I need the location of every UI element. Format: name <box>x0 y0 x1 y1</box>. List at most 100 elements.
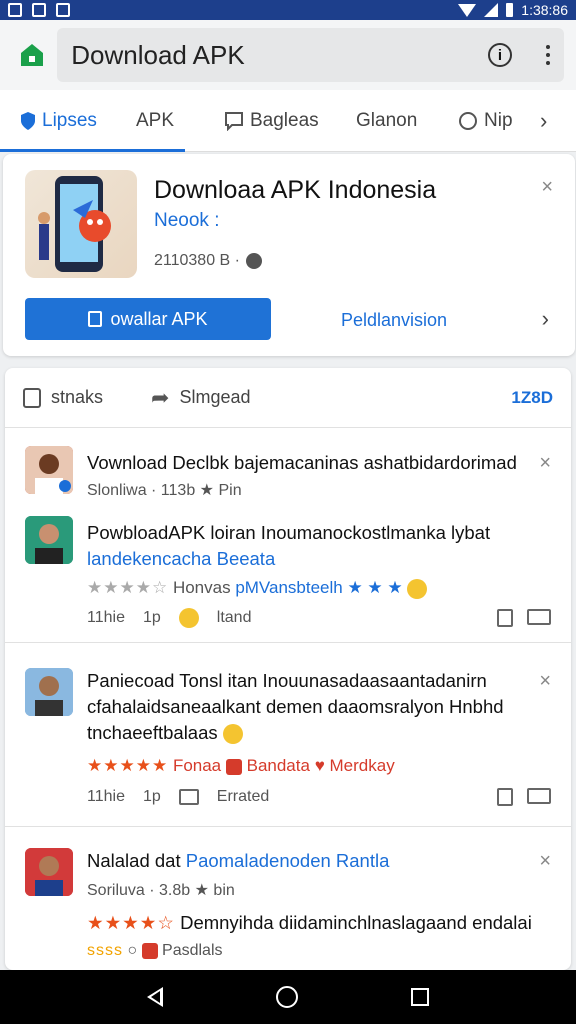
tab-nip[interactable]: Nip <box>458 90 513 152</box>
post-body-text: tnchaeeftbalaas <box>87 722 218 743</box>
like-button[interactable]: stnaks <box>23 387 103 408</box>
tab-glanon[interactable]: Glanon <box>356 90 417 152</box>
comment-icon <box>178 789 199 805</box>
post-stat: 1p <box>142 609 161 626</box>
tab-label: Glanon <box>356 109 418 131</box>
divider <box>5 642 571 643</box>
settings-icon <box>246 253 262 269</box>
tab-bagleas[interactable]: Bagleas <box>224 90 319 152</box>
app-card: Downloaa APK Indonesia Neook : 2110380 B… <box>3 154 575 356</box>
bookmark-icon[interactable] <box>497 788 513 806</box>
post-meta-extra: Pin <box>218 482 242 499</box>
close-icon[interactable]: × <box>539 850 551 873</box>
tab-label: Bagleas <box>250 109 319 131</box>
status-time: 1:38:86 <box>521 2 568 18</box>
post-body: cfahalaidsaneaalkant demen daaomsralyon … <box>87 696 504 717</box>
close-icon[interactable]: × <box>541 176 553 199</box>
post-meta: Slonliwa · 113b ★ Pin <box>87 480 242 500</box>
tab-label: Nip <box>484 109 513 131</box>
post-tag[interactable]: Fonaa <box>173 756 221 775</box>
post-tag[interactable]: Bandata <box>247 756 310 775</box>
chat-icon <box>225 111 243 131</box>
list-item[interactable]: PowbloadAPK loiran Inoumanockostlmanka l… <box>5 502 571 638</box>
post-tag[interactable]: Merdkay <box>330 756 395 775</box>
page-title: Download APK <box>71 39 245 70</box>
post-body-tail: tnchaeeftbalaas <box>87 722 243 745</box>
chevron-right-icon[interactable]: › <box>542 306 549 332</box>
tab-label: Lipses <box>42 109 97 131</box>
overflow-menu-icon[interactable] <box>546 45 550 65</box>
star-icon: ★ <box>199 482 219 499</box>
download-icon <box>88 311 103 327</box>
home-button[interactable] <box>12 35 51 75</box>
share-button[interactable]: ➦ Slmgead <box>151 385 250 411</box>
feed-header: stnaks ➦ Slmgead 1Z8D <box>5 368 571 428</box>
post-tags: ★★★★☆ Honvas pMVansbteelh ★ ★ ★ <box>87 578 428 599</box>
star-icon: ★ ★ ★ <box>347 578 403 597</box>
rating-stars: ★★★★☆ <box>87 912 175 933</box>
list-item[interactable]: Vownload Declbk bajemacaninas ashatbidar… <box>5 428 571 499</box>
post-tags: ssss ○ Pasdlals <box>87 942 223 960</box>
avatar <box>25 668 73 716</box>
url-bar[interactable]: Download APK i <box>57 28 564 82</box>
download-apk-button[interactable]: owallar APK <box>25 298 271 340</box>
post-meta-text: Soriluva · 3.8b <box>87 882 191 899</box>
tab-apk[interactable]: APK <box>136 90 174 152</box>
post-title-text: Nalalad dat <box>87 850 181 871</box>
notification-icon <box>32 3 46 17</box>
list-item[interactable]: Nalalad dat Paomaladenoden Rantla Sorilu… <box>5 828 571 970</box>
heart-icon: ♥ <box>314 756 325 775</box>
post-stat: 11hie <box>87 788 125 805</box>
post-title-link[interactable]: Paomaladenoden Rantla <box>186 850 390 871</box>
list-item[interactable]: Paniecoad Tonsl itan Inouunasadaasaantad… <box>5 644 571 824</box>
status-bar: 1:38:86 <box>0 0 576 20</box>
app-bar: Download APK i <box>0 20 576 90</box>
info-icon[interactable]: i <box>488 43 512 67</box>
close-icon[interactable]: × <box>539 452 551 475</box>
post-meta: Soriluva · 3.8b ★ bin <box>87 880 235 900</box>
close-icon[interactable]: × <box>539 670 551 693</box>
app-title: Downloaa APK Indonesia <box>154 176 437 204</box>
rating-stars: ★★★★☆ <box>87 578 169 597</box>
link-icon <box>459 111 477 130</box>
app-size: 2110380 B · <box>154 252 240 269</box>
post-title: Vownload Declbk bajemacaninas ashatbidar… <box>87 452 517 473</box>
back-icon[interactable] <box>146 987 163 1007</box>
home-circle-icon[interactable] <box>275 986 298 1008</box>
chevron-right-icon[interactable]: › <box>540 90 547 152</box>
post-actions: 11hie 1p Errated <box>87 788 551 806</box>
feed-card: stnaks ➦ Slmgead 1Z8D Vownload Declbk ba… <box>5 368 571 970</box>
post-actions: 11hie 1p ltand <box>87 608 551 628</box>
post-tags: ★★★★★ Fonaa Bandata ♥ Merdkay <box>87 756 395 776</box>
post-title: Nalalad dat Paomaladenoden Rantla <box>87 850 389 872</box>
rating-stars: ★★★★★ <box>87 756 169 775</box>
post-tag: ssss <box>87 942 123 959</box>
post-tag[interactable]: pMVansbteelh <box>235 578 342 597</box>
post-title: PowbloadAPK loiran Inoumanockostlmanka l… <box>87 522 491 543</box>
circle-icon: ○ <box>127 942 138 959</box>
recent-apps-icon[interactable] <box>411 988 430 1006</box>
battery-icon <box>506 3 514 17</box>
post-stat: ltand <box>216 609 252 626</box>
app-meta: 2110380 B · <box>154 252 262 270</box>
tag-icon <box>225 758 242 775</box>
signal-icon <box>484 3 499 17</box>
message-icon[interactable] <box>527 788 551 804</box>
app-thumbnail <box>25 170 137 278</box>
permissions-link[interactable]: Peldlanvision <box>341 310 447 331</box>
post-meta-extra: bin <box>213 882 235 899</box>
app-developer[interactable]: Neook : <box>154 210 219 232</box>
message-icon[interactable] <box>527 609 551 625</box>
share-label: Slmgead <box>179 387 251 407</box>
home-icon <box>20 44 43 66</box>
post-body-text: Demnyihda diidaminchlnaslagaand endalai <box>180 912 532 933</box>
tab-bar: Lipses APK Bagleas Glanon Nip › <box>0 90 576 152</box>
tag-icon <box>141 942 158 959</box>
shield-icon <box>21 111 35 130</box>
tab-lipses[interactable]: Lipses <box>0 90 185 152</box>
post-subtitle: landekencacha Beeata <box>87 548 276 569</box>
like-label: stnaks <box>51 387 104 407</box>
emoji-icon <box>222 724 243 745</box>
feed-count: 1Z8D <box>511 387 553 407</box>
bookmark-icon[interactable] <box>497 609 513 627</box>
